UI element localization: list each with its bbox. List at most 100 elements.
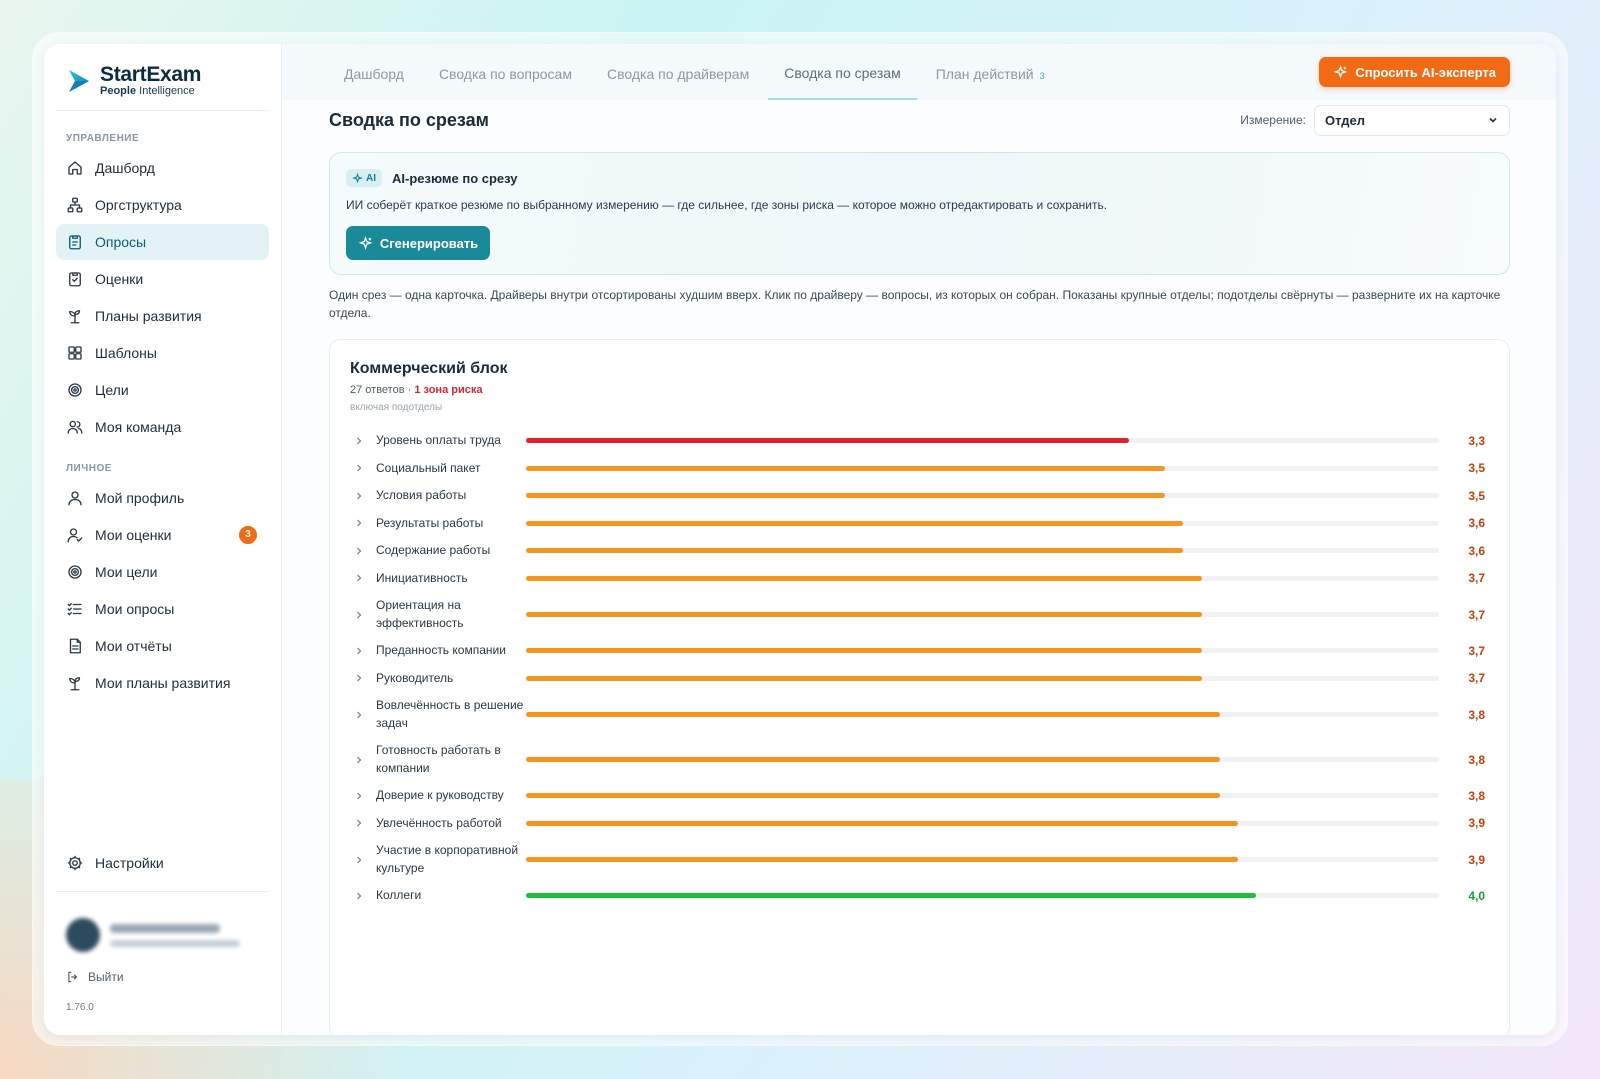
driver-row[interactable]: Доверие к руководству 3,8 — [350, 782, 1489, 810]
driver-name: Доверие к руководству — [376, 788, 504, 802]
tab-4[interactable]: План действий 3 — [920, 58, 1061, 100]
tab-3[interactable]: Сводка по срезам — [768, 58, 917, 100]
chevron-right-icon — [357, 892, 362, 900]
tab-2[interactable]: Сводка по драйверам — [591, 58, 765, 100]
driver-bar — [526, 438, 1129, 444]
sidebar-item-settings[interactable]: Настройки — [56, 845, 269, 881]
notification-badge: 3 — [239, 526, 257, 544]
sidebar-item-personal-1[interactable]: Мои оценки 3 — [56, 517, 269, 553]
driver-row[interactable]: Условия работы 3,5 — [350, 482, 1489, 510]
page-title: Сводка по срезам — [329, 109, 489, 130]
ask-ai-expert-button[interactable]: Спросить AI-эксперта — [1319, 57, 1510, 87]
sidebar-item-label: Мой профиль — [95, 490, 185, 506]
driver-value: 3,7 — [1468, 571, 1485, 586]
chevron-right-icon — [357, 856, 362, 863]
chevron-right-icon — [357, 711, 362, 718]
driver-row[interactable]: Преданность компании 3,7 — [350, 637, 1489, 665]
tab-1[interactable]: Сводка по вопросам — [423, 58, 588, 100]
driver-row[interactable]: Коллеги 4,0 — [350, 882, 1489, 910]
driver-chart: Уровень оплаты труда 3,3 Социальный пакет 3… — [350, 427, 1489, 910]
driver-row[interactable]: Социальный пакет 3,5 — [350, 455, 1489, 483]
sidebar-item-personal-2[interactable]: Мои цели — [56, 554, 269, 590]
driver-row[interactable]: Участие в корпоративной культуре 3,9 — [350, 837, 1489, 882]
sidebar-item-label: Мои цели — [95, 564, 158, 580]
chevron-right-icon — [357, 819, 362, 827]
driver-row[interactable]: Ориентация на эффективность 3,7 — [350, 592, 1489, 637]
driver-row[interactable]: Готовность работать в компании 3,8 — [350, 737, 1489, 782]
sprout-icon — [69, 677, 81, 691]
chevron-right-icon — [357, 792, 362, 800]
driver-row[interactable]: Инициативность 3,7 — [350, 565, 1489, 593]
driver-row[interactable]: Увлечённость работой 3,9 — [350, 810, 1489, 838]
driver-value: 3,7 — [1468, 671, 1485, 686]
tab-label: План действий — [935, 66, 1034, 82]
chevron-right-icon — [357, 464, 362, 472]
sidebar-item-personal-4[interactable]: Мои отчёты — [56, 628, 269, 664]
sparkles-icon — [352, 172, 363, 183]
driver-name: Содержание работы — [376, 543, 491, 557]
driver-value: 3,9 — [1468, 816, 1485, 831]
user-icon — [68, 491, 82, 506]
chevron-right-icon — [357, 674, 362, 682]
sidebar-item-personal-3[interactable]: Мои опросы — [56, 591, 269, 627]
sidebar-item-personal-5[interactable]: Мои планы развития — [56, 665, 269, 701]
driver-value: 3,3 — [1468, 433, 1485, 448]
sidebar-item-manage-1[interactable]: Оргструктура — [56, 187, 269, 223]
logout-link[interactable]: Выйти — [44, 962, 281, 992]
generate-button[interactable]: Сгенерировать — [346, 226, 490, 260]
driver-bar — [526, 712, 1220, 717]
dimension-value: Отдел — [1325, 112, 1366, 128]
tab-0[interactable]: Дашборд — [328, 58, 420, 100]
chevron-right-icon — [357, 492, 362, 500]
sidebar-item-manage-0[interactable]: Дашборд — [56, 150, 269, 186]
driver-row[interactable]: Руководитель 3,7 — [350, 665, 1489, 693]
avatar — [66, 918, 100, 952]
driver-bar-track — [526, 520, 1439, 526]
slice-responses: 27 ответов · — [350, 384, 412, 396]
driver-bar-track — [526, 493, 1439, 499]
user-name-blurred — [110, 923, 220, 933]
driver-row[interactable]: Результаты работы 3,6 — [350, 510, 1489, 538]
driver-bar-track — [526, 612, 1439, 617]
driver-value: 3,6 — [1468, 516, 1485, 531]
sidebar-item-manage-7[interactable]: Моя команда — [56, 409, 269, 445]
driver-name: Преданность компании — [376, 643, 506, 657]
driver-name: Коллеги — [376, 888, 422, 902]
ask-ai-expert-label: Спросить AI-эксперта — [1355, 64, 1496, 80]
dimension-select[interactable]: Отдел — [1314, 104, 1510, 136]
tab-list: Дашборд Сводка по вопросам Сводка по драйв… — [328, 58, 1064, 100]
sidebar-item-label: Мои планы развития — [95, 675, 231, 691]
driver-bar-track — [526, 438, 1439, 444]
driver-name: Инициативность — [376, 570, 468, 585]
driver-bar — [526, 757, 1220, 762]
sidebar-item-manage-4[interactable]: Планы развития — [56, 298, 269, 334]
driver-name: Увлечённость работой — [376, 815, 502, 830]
sidebar-item-manage-5[interactable]: Шаблоны — [56, 335, 269, 371]
sidebar-item-label: Настройки — [95, 855, 164, 871]
sidebar-item-label: Мои опросы — [95, 601, 175, 617]
sidebar-item-label: Дашборд — [95, 160, 155, 176]
driver-name: Руководитель — [376, 670, 454, 685]
user-card[interactable] — [44, 892, 281, 962]
driver-value: 3,8 — [1468, 752, 1485, 767]
tab-count: 3 — [1039, 71, 1045, 81]
sidebar-item-personal-0[interactable]: Мой профиль — [56, 480, 269, 516]
slice-meta: 27 ответов · 1 зона риска — [350, 384, 1489, 396]
driver-bar-track — [526, 857, 1439, 862]
driver-row[interactable]: Содержание работы 3,6 — [350, 537, 1489, 565]
brand-logo[interactable]: StartExam People Intelligence — [44, 44, 281, 104]
sidebar-item-manage-2[interactable]: Опросы — [56, 224, 269, 260]
driver-bar — [526, 493, 1166, 499]
org-structure-icon — [67, 197, 83, 213]
sidebar-bottom: Настройки Выйти 1.76.0 — [44, 844, 281, 1035]
grid-icon — [68, 346, 82, 360]
app-window: StartExam People Intelligence УПРАВЛЕНИЕ… — [44, 44, 1556, 1035]
driver-row[interactable]: Уровень оплаты труда 3,3 — [350, 427, 1489, 455]
sidebar-item-manage-3[interactable]: Оценки — [56, 261, 269, 297]
brand-name: StartExam — [100, 63, 202, 86]
driver-row[interactable]: Вовлечённость в решение задач 3,8 — [350, 692, 1489, 737]
sidebar-item-manage-6[interactable]: Цели — [56, 372, 269, 408]
driver-value: 3,7 — [1468, 607, 1485, 622]
driver-bar — [526, 893, 1257, 899]
driver-bar — [526, 575, 1202, 581]
